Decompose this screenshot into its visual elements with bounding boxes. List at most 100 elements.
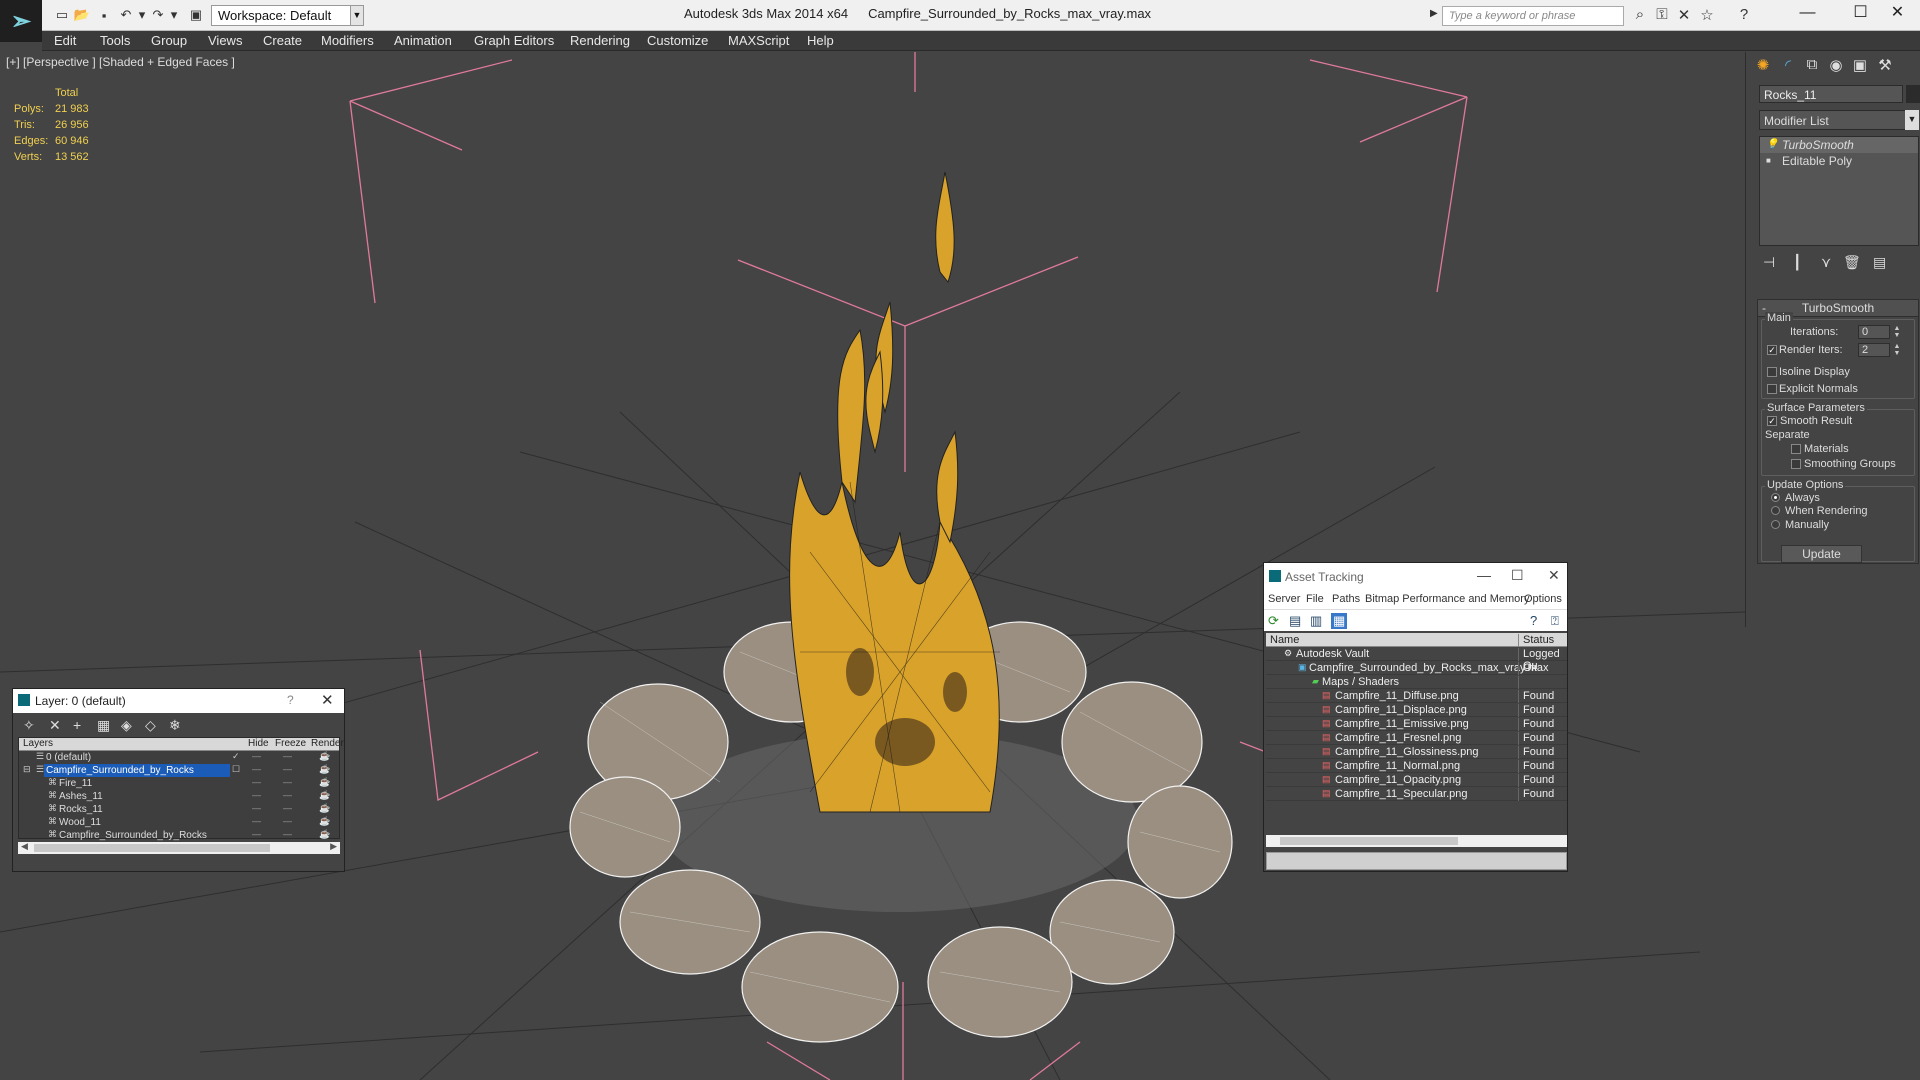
when-rendering-radio[interactable]: [1771, 506, 1780, 515]
column-header[interactable]: Render: [311, 738, 344, 749]
object-name-field[interactable]: Rocks_11: [1759, 85, 1903, 103]
freeze-toggle[interactable]: —: [283, 790, 292, 800]
redo-dropdown-icon[interactable]: ▾: [166, 7, 182, 23]
always-radio[interactable]: [1771, 493, 1780, 502]
pin-stack-icon[interactable]: ⊣: [1763, 254, 1775, 271]
menu-tools[interactable]: Tools: [100, 33, 130, 48]
spinner-arrows-icon[interactable]: ▲ ▼: [1892, 325, 1902, 339]
layer-row[interactable]: ⌘ Campfire_Surrounded_by_Rocks — — ☕: [19, 829, 339, 842]
menu-help[interactable]: Help: [807, 33, 834, 48]
asset-menu-options[interactable]: Options: [1524, 593, 1562, 605]
object-color-swatch[interactable]: [1906, 85, 1920, 103]
smoothing-groups-checkbox[interactable]: [1791, 459, 1801, 469]
asset-row[interactable]: ▤ Campfire_11_Specular.png Found: [1266, 787, 1567, 801]
column-header[interactable]: Freeze: [275, 738, 306, 749]
help-icon[interactable]: ?: [1530, 613, 1537, 628]
scroll-left-icon[interactable]: ◀: [21, 841, 28, 852]
render-iters-spinner[interactable]: 2: [1858, 343, 1890, 357]
checkmark-icon[interactable]: ✓: [232, 751, 240, 762]
menu-customize[interactable]: Customize: [647, 33, 708, 48]
asset-menu-paths[interactable]: Paths: [1332, 593, 1360, 605]
render-teapot-icon[interactable]: ☕: [319, 790, 330, 801]
utilities-tab-icon[interactable]: ⚒: [1873, 56, 1897, 78]
menu-graph-editors[interactable]: Graph Editors: [474, 33, 554, 48]
current-layer-box-icon[interactable]: ☐: [232, 764, 240, 775]
freeze-toggle[interactable]: —: [283, 803, 292, 813]
minimize-icon[interactable]: —: [1785, 0, 1830, 28]
asset-menu-file[interactable]: File: [1306, 593, 1324, 605]
asset-path-field[interactable]: [1266, 852, 1567, 870]
menu-animation[interactable]: Animation: [394, 33, 452, 48]
iterations-spinner[interactable]: 0: [1858, 325, 1890, 339]
chevron-down-icon[interactable]: ▼: [350, 5, 364, 26]
subscription-icon[interactable]: ⚿: [1652, 6, 1672, 26]
render-teapot-icon[interactable]: ☕: [319, 764, 330, 775]
undo-dropdown-icon[interactable]: ▾: [134, 7, 150, 23]
redo-icon[interactable]: ↷: [150, 7, 166, 23]
remove-modifier-icon[interactable]: 🗑: [1843, 254, 1861, 271]
display-tab-icon[interactable]: ▣: [1848, 56, 1872, 78]
menu-group[interactable]: Group: [151, 33, 187, 48]
viewport-label[interactable]: [+] [Perspective ] [Shaded + Edged Faces…: [6, 55, 235, 69]
explicit-normals-checkbox[interactable]: [1767, 384, 1777, 394]
hide-toggle[interactable]: —: [252, 803, 261, 813]
undo-icon[interactable]: ↶: [118, 7, 134, 23]
delete-layer-icon[interactable]: ✕: [49, 717, 61, 734]
make-unique-icon[interactable]: ⋎: [1821, 254, 1831, 271]
asset-row[interactable]: ▤ Campfire_11_Opacity.png Found: [1266, 773, 1567, 787]
table-view-icon[interactable]: ▥: [1310, 613, 1322, 629]
spinner-arrows-icon[interactable]: ▲ ▼: [1892, 343, 1902, 357]
select-in-layer-icon[interactable]: ▦: [97, 717, 110, 734]
help-icon[interactable]: ?: [1734, 6, 1754, 26]
minimize-icon[interactable]: —: [1477, 567, 1491, 583]
menu-create[interactable]: Create: [263, 33, 302, 48]
render-teapot-icon[interactable]: ☕: [319, 829, 330, 840]
isoline-checkbox[interactable]: [1767, 367, 1777, 377]
hide-all-icon[interactable]: ◇: [145, 717, 156, 734]
column-header[interactable]: Status: [1518, 634, 1554, 646]
expand-icon[interactable]: ⊟: [23, 764, 31, 775]
menu-rendering[interactable]: Rendering: [570, 33, 630, 48]
show-end-result-icon[interactable]: ┃: [1793, 254, 1801, 271]
favorites-icon[interactable]: ☆: [1697, 6, 1717, 26]
materials-checkbox[interactable]: [1791, 444, 1801, 454]
layer-window-titlebar[interactable]: Layer: 0 (default) ? ✕: [13, 689, 344, 713]
render-teapot-icon[interactable]: ☕: [319, 816, 330, 827]
hierarchy-tab-icon[interactable]: ⧉: [1800, 56, 1824, 78]
hide-toggle[interactable]: —: [252, 751, 261, 761]
freeze-toggle[interactable]: —: [283, 777, 292, 787]
highlight-layer-icon[interactable]: ◈: [121, 717, 132, 734]
asset-row[interactable]: ▰ Maps / Shaders: [1266, 675, 1567, 689]
render-teapot-icon[interactable]: ☕: [319, 777, 330, 788]
horizontal-scrollbar[interactable]: [1266, 835, 1567, 847]
freeze-toggle[interactable]: —: [283, 829, 292, 839]
render-teapot-icon[interactable]: ☕: [319, 803, 330, 814]
column-header[interactable]: Hide: [248, 738, 269, 749]
layer-row[interactable]: ⌘ Fire_11 — — ☕: [19, 777, 339, 790]
app-logo-icon[interactable]: ➣: [0, 0, 42, 42]
binoculars-icon[interactable]: ⌕: [1630, 6, 1650, 26]
hide-toggle[interactable]: —: [252, 829, 261, 839]
chevron-down-icon[interactable]: ▼: [1905, 110, 1919, 130]
communication-icon[interactable]: ✕: [1674, 6, 1694, 26]
project-folder-icon[interactable]: ▣: [188, 7, 204, 23]
horizontal-scrollbar[interactable]: ◀ ▶: [18, 841, 340, 854]
layer-row[interactable]: ⊟ ☰ Campfire_Surrounded_by_Rocks ☐ — — ☕: [19, 764, 339, 777]
scroll-thumb[interactable]: [1280, 837, 1458, 845]
smooth-result-checkbox[interactable]: ✓: [1767, 416, 1777, 426]
asset-menu-bitmap[interactable]: Bitmap Performance and Memory: [1365, 593, 1529, 605]
asset-row[interactable]: ▤ Campfire_11_Diffuse.png Found: [1266, 689, 1567, 703]
grid-view-icon[interactable]: ▦: [1331, 613, 1348, 629]
asset-row[interactable]: ▣ Campfire_Surrounded_by_Rocks_max_vray.…: [1266, 661, 1567, 675]
search-expand-icon[interactable]: ▶: [1430, 8, 1438, 19]
column-header[interactable]: Name: [1270, 634, 1299, 646]
scroll-thumb[interactable]: [34, 844, 270, 852]
hide-toggle[interactable]: —: [252, 816, 261, 826]
hide-toggle[interactable]: —: [252, 777, 261, 787]
asset-row[interactable]: ▤ Campfire_11_Normal.png Found: [1266, 759, 1567, 773]
layer-row[interactable]: ⌘ Rocks_11 — — ☕: [19, 803, 339, 816]
render-iters-checkbox[interactable]: ✓: [1767, 345, 1777, 355]
create-tab-icon[interactable]: ✺: [1751, 56, 1775, 78]
save-icon[interactable]: ▪: [96, 7, 112, 23]
campfire-model[interactable]: [569, 171, 1233, 1043]
